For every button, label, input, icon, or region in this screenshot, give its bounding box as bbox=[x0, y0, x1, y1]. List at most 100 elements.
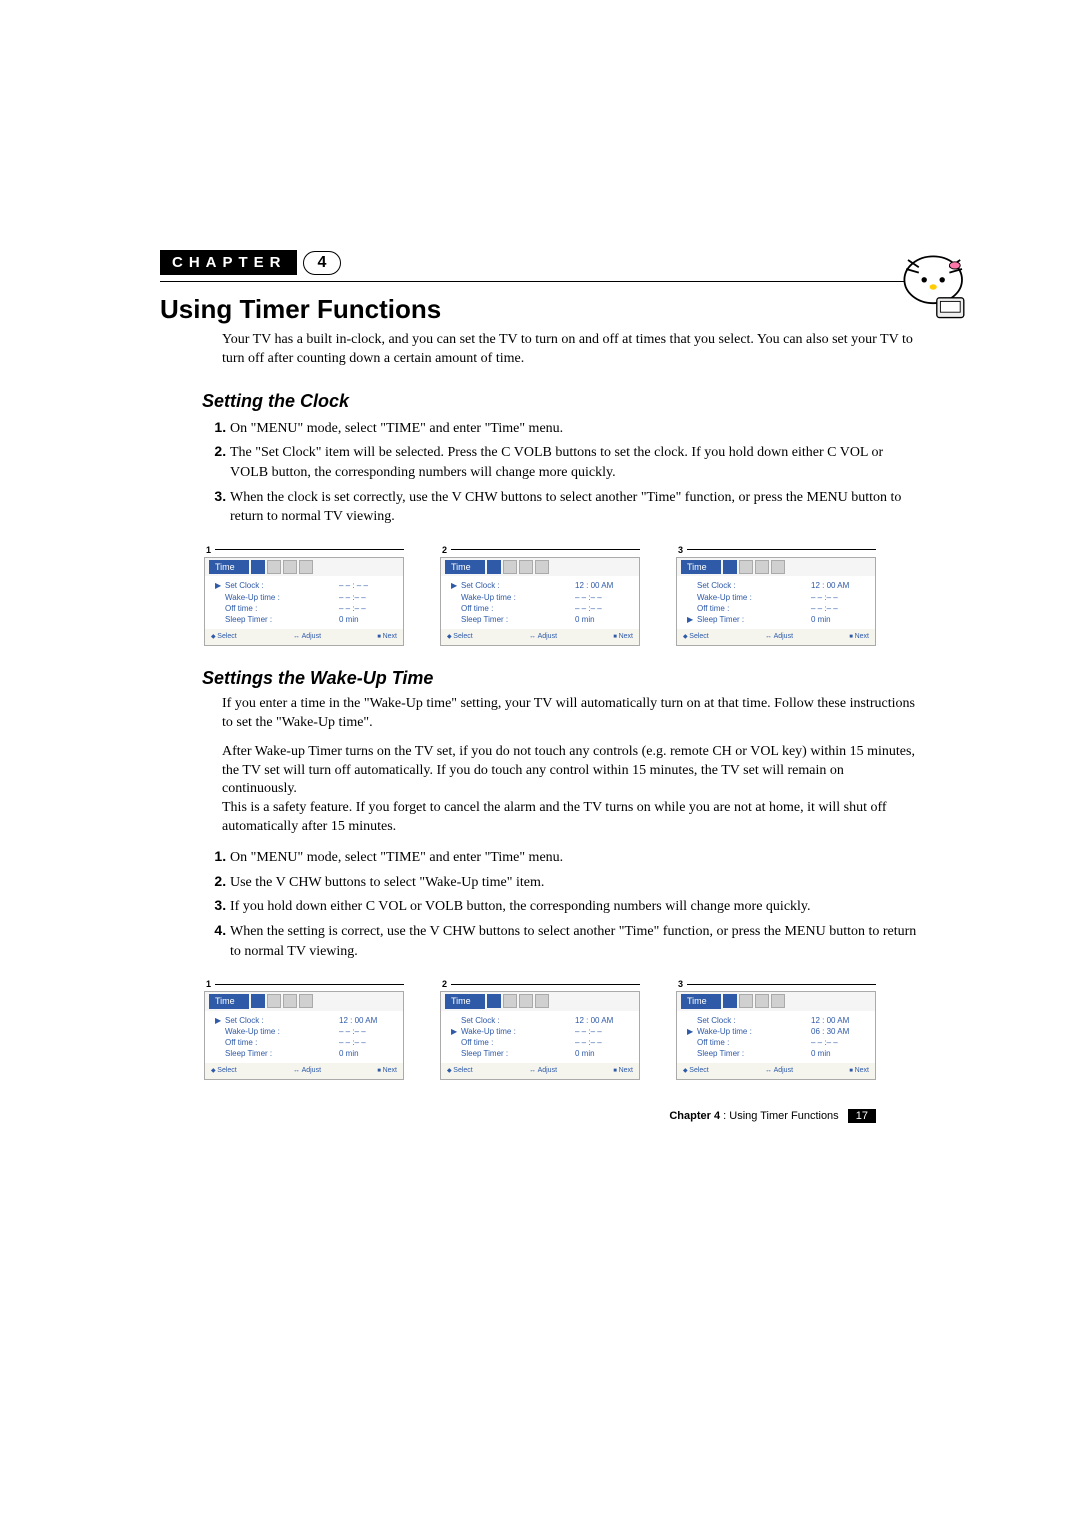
tab-icon bbox=[771, 994, 785, 1008]
osd-hint: Adjust bbox=[765, 1066, 793, 1076]
step: On "MENU" mode, select "TIME" and enter … bbox=[230, 418, 920, 439]
steps-clock: On "MENU" mode, select "TIME" and enter … bbox=[200, 418, 920, 527]
clock-icon bbox=[487, 560, 501, 574]
tab-icon bbox=[771, 560, 785, 574]
clock-icon bbox=[251, 994, 265, 1008]
osd-footer: Select Adjust Next bbox=[205, 1063, 403, 1079]
tab-icon bbox=[535, 560, 549, 574]
osd-hint: Select bbox=[447, 1066, 473, 1076]
osd-body: ▶Set Clock :12 : 00 AM Wake-Up time :– –… bbox=[205, 1011, 403, 1064]
osd-title: Time bbox=[681, 994, 721, 1009]
osd-panel: 1 Time ▶Set Clock :12 : 00 AM Wake-Up ti… bbox=[204, 979, 404, 1080]
osd-title: Time bbox=[681, 560, 721, 575]
step: On "MENU" mode, select "TIME" and enter … bbox=[230, 847, 920, 868]
footer-title: : Using Timer Functions bbox=[723, 1110, 839, 1122]
osd-hint: Select bbox=[683, 632, 709, 642]
tab-icon bbox=[299, 994, 313, 1008]
osd-hint: Next bbox=[613, 1066, 633, 1076]
osd-panel: 3 Time Set Clock :12 : 00 AM Wake-Up tim… bbox=[676, 545, 876, 646]
osd-panel: 1 Time ▶Set Clock :– – : – – Wake-Up tim… bbox=[204, 545, 404, 646]
tab-icon bbox=[283, 994, 297, 1008]
osd-hint: Select bbox=[211, 1066, 237, 1076]
osd-hint: Adjust bbox=[529, 632, 557, 642]
intro-text: Your TV has a built in-clock, and you ca… bbox=[222, 331, 920, 369]
osd-hint: Adjust bbox=[529, 1066, 557, 1076]
wake-p2: After Wake-up Timer turns on the TV set,… bbox=[222, 743, 920, 800]
tab-icon bbox=[283, 560, 297, 574]
osd-footer: Select Adjust Next bbox=[441, 1063, 639, 1079]
wake-p3: This is a safety feature. If you forget … bbox=[222, 799, 920, 837]
chapter-badge: CHAPTER 4 bbox=[160, 250, 920, 275]
osd-title: Time bbox=[445, 560, 485, 575]
osd-panel: 3 Time Set Clock :12 : 00 AM ▶Wake-Up ti… bbox=[676, 979, 876, 1080]
osd-row-clock: 1 Time ▶Set Clock :– – : – – Wake-Up tim… bbox=[204, 545, 876, 646]
chapter-label: CHAPTER bbox=[160, 250, 297, 275]
osd-body: ▶Set Clock :– – : – – Wake-Up time :– – … bbox=[205, 576, 403, 629]
osd-body: Set Clock :12 : 00 AM ▶Wake-Up time :– –… bbox=[441, 1011, 639, 1064]
page-title: Using Timer Functions bbox=[160, 294, 920, 325]
osd-header: Time bbox=[441, 558, 639, 577]
tab-icon bbox=[267, 994, 281, 1008]
osd-header: Time bbox=[677, 992, 875, 1011]
page-footer: Chapter 4 : Using Timer Functions 17 bbox=[160, 1110, 876, 1122]
clock-icon bbox=[251, 560, 265, 574]
osd-title: Time bbox=[209, 994, 249, 1009]
osd-header: Time bbox=[205, 558, 403, 577]
wake-p1: If you enter a time in the "Wake-Up time… bbox=[222, 695, 920, 733]
tab-icon bbox=[503, 994, 517, 1008]
step: When the clock is set correctly, use the… bbox=[230, 487, 920, 527]
osd-hint: Next bbox=[849, 1066, 869, 1076]
osd-hint: Next bbox=[613, 632, 633, 642]
tab-icon bbox=[267, 560, 281, 574]
osd-row-wake: 1 Time ▶Set Clock :12 : 00 AM Wake-Up ti… bbox=[204, 979, 876, 1080]
osd-footer: Select Adjust Next bbox=[677, 1063, 875, 1079]
osd-hint: Next bbox=[849, 632, 869, 642]
mascot-icon bbox=[890, 242, 980, 332]
osd-hint: Next bbox=[377, 1066, 397, 1076]
osd-hint: Select bbox=[211, 632, 237, 642]
osd-header: Time bbox=[205, 992, 403, 1011]
page-number: 17 bbox=[848, 1109, 876, 1123]
osd-hint: Next bbox=[377, 632, 397, 642]
section-heading-wake: Settings the Wake-Up Time bbox=[202, 668, 920, 689]
tab-icon bbox=[755, 560, 769, 574]
osd-hint: Adjust bbox=[293, 632, 321, 642]
tab-icon bbox=[519, 994, 533, 1008]
tab-icon bbox=[755, 994, 769, 1008]
osd-body: ▶Set Clock :12 : 00 AM Wake-Up time :– –… bbox=[441, 576, 639, 629]
step: When the setting is correct, use the V C… bbox=[230, 921, 920, 961]
clock-icon bbox=[723, 560, 737, 574]
clock-icon bbox=[723, 994, 737, 1008]
osd-title: Time bbox=[445, 994, 485, 1009]
divider bbox=[160, 281, 920, 282]
osd-footer: Select Adjust Next bbox=[205, 629, 403, 645]
osd-hint: Adjust bbox=[293, 1066, 321, 1076]
tab-icon bbox=[535, 994, 549, 1008]
osd-hint: Select bbox=[447, 632, 473, 642]
step: If you hold down either C VOL or VOLB bu… bbox=[230, 896, 920, 917]
tab-icon bbox=[503, 560, 517, 574]
tab-icon bbox=[299, 560, 313, 574]
osd-panel: 2 Time ▶Set Clock :12 : 00 AM Wake-Up ti… bbox=[440, 545, 640, 646]
tab-icon bbox=[739, 994, 753, 1008]
osd-header: Time bbox=[677, 558, 875, 577]
section-heading-clock: Setting the Clock bbox=[202, 391, 920, 412]
osd-footer: Select Adjust Next bbox=[677, 629, 875, 645]
osd-hint: Select bbox=[683, 1066, 709, 1076]
osd-hint: Adjust bbox=[765, 632, 793, 642]
osd-body: Set Clock :12 : 00 AM ▶Wake-Up time :06 … bbox=[677, 1011, 875, 1064]
chapter-number: 4 bbox=[303, 251, 342, 275]
osd-footer: Select Adjust Next bbox=[441, 629, 639, 645]
clock-icon bbox=[487, 994, 501, 1008]
step: Use the V CHW buttons to select "Wake-Up… bbox=[230, 872, 920, 893]
tab-icon bbox=[739, 560, 753, 574]
step: The "Set Clock" item will be selected. P… bbox=[230, 442, 920, 482]
osd-body: Set Clock :12 : 00 AM Wake-Up time :– – … bbox=[677, 576, 875, 629]
footer-chapter: Chapter 4 bbox=[669, 1110, 720, 1122]
manual-page: CHAPTER 4 Using Timer Functions Your TV … bbox=[160, 250, 920, 1122]
osd-title: Time bbox=[209, 560, 249, 575]
steps-wake: On "MENU" mode, select "TIME" and enter … bbox=[200, 847, 920, 961]
tab-icon bbox=[519, 560, 533, 574]
osd-header: Time bbox=[441, 992, 639, 1011]
osd-panel: 2 Time Set Clock :12 : 00 AM ▶Wake-Up ti… bbox=[440, 979, 640, 1080]
